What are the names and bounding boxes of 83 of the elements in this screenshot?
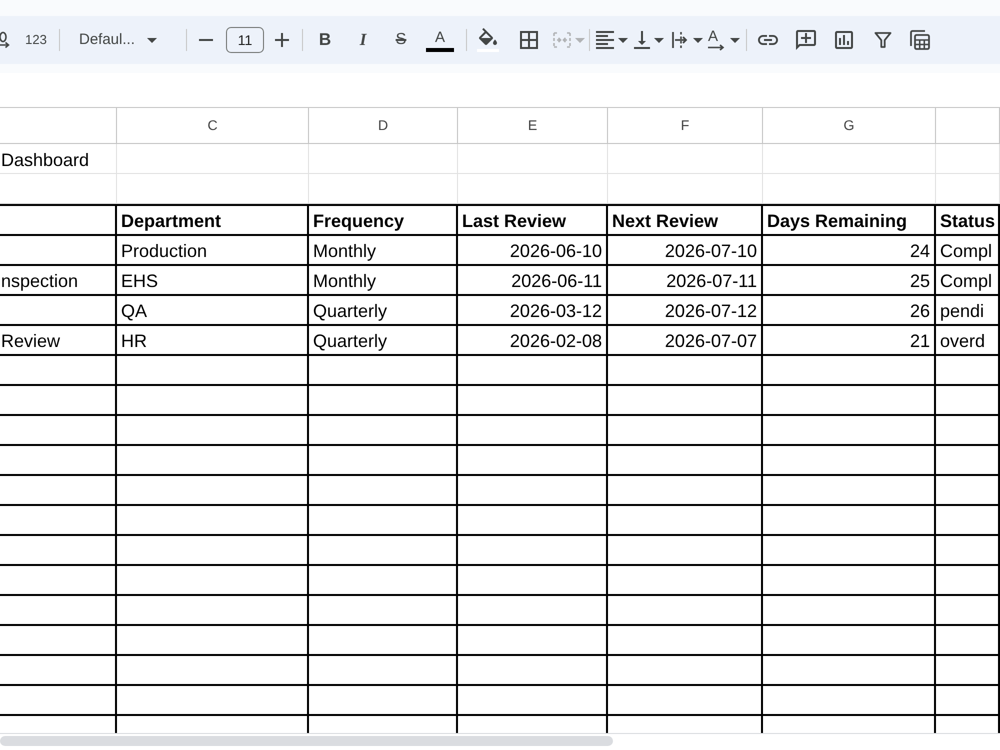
table-cell <box>936 624 1000 654</box>
table-cell: HR <box>117 324 309 354</box>
decimal-places-icon[interactable] <box>0 31 10 49</box>
link-icon <box>757 34 779 46</box>
font-dropdown[interactable]: Defaul... <box>70 26 178 54</box>
caret-icon <box>693 38 703 42</box>
table-cell: nspection <box>0 264 117 294</box>
column-header[interactable]: G <box>763 108 936 144</box>
table-cell: 24 <box>763 234 936 264</box>
borders-icon <box>520 31 538 49</box>
column-header[interactable]: E <box>458 108 608 144</box>
table-cell: Monthly <box>309 234 458 264</box>
text-overflow-icon <box>671 31 689 49</box>
table-cell: 2026-07-07 <box>608 324 763 354</box>
table-cell: 2026-02-08 <box>458 324 608 354</box>
caret-icon <box>575 38 585 42</box>
align-bottom-icon <box>634 31 650 49</box>
table-header-cell: Status <box>936 204 1000 234</box>
fill-color-button[interactable] <box>474 26 502 54</box>
table-cell: Production <box>117 234 309 264</box>
table-cell <box>936 474 1000 504</box>
table-cell: overd <box>936 324 1000 354</box>
text-rotation-button[interactable]: A <box>708 26 740 54</box>
color-bar-icon <box>426 48 454 52</box>
table-cell: 2026-07-12 <box>608 294 763 324</box>
chart-icon <box>835 31 853 49</box>
table-cell: 26 <box>763 294 936 324</box>
table-cell <box>936 444 1000 474</box>
paint-bucket-icon <box>477 28 499 52</box>
table-header-cell: Days Remaining <box>763 204 936 234</box>
table-cell <box>936 594 1000 624</box>
filter-icon <box>874 31 892 49</box>
right-arrow-icon <box>708 44 726 50</box>
italic-button[interactable]: I <box>349 26 377 54</box>
table-cell <box>936 504 1000 534</box>
table-cell: EHS <box>117 264 309 294</box>
table-cell: Dashboard <box>0 144 117 174</box>
add-comment-icon <box>796 30 816 50</box>
table-cell: 2026-06-11 <box>458 264 608 294</box>
table-cell: QA <box>117 294 309 324</box>
table-header-cell: Last Review <box>458 204 608 234</box>
table-cell <box>936 354 1000 384</box>
table-header-cell: Frequency <box>309 204 458 234</box>
column-header[interactable]: F <box>608 108 763 144</box>
table-cell: pendi <box>936 294 1000 324</box>
table-cell: 25 <box>763 264 936 294</box>
table-cell: Compl <box>936 264 1000 294</box>
table-cell: 2026-03-12 <box>458 294 608 324</box>
caret-icon <box>146 38 157 42</box>
table-cell: Quarterly <box>309 294 458 324</box>
column-header[interactable]: C <box>117 108 309 144</box>
caret-icon <box>730 38 740 42</box>
table-cell <box>936 684 1000 714</box>
bold-button[interactable]: B <box>311 26 339 54</box>
merge-icon <box>553 31 571 49</box>
table-cell: Compl <box>936 234 1000 264</box>
plus-icon <box>275 33 289 47</box>
table-cell: Monthly <box>309 264 458 294</box>
strikethrough-button[interactable]: S <box>387 26 415 54</box>
scrollbar-thumb[interactable] <box>0 736 613 746</box>
table-cell <box>936 174 1000 204</box>
table-cell: 2026-06-10 <box>458 234 608 264</box>
table-cell <box>936 654 1000 684</box>
table-header-cell: Department <box>117 204 309 234</box>
table-cell: 2026-07-11 <box>608 264 763 294</box>
table-cell <box>936 144 1000 174</box>
table-cell: Review <box>0 324 117 354</box>
table-cell <box>936 534 1000 564</box>
table-cell: Quarterly <box>309 324 458 354</box>
table-cell <box>936 564 1000 594</box>
text-color-button[interactable]: A <box>426 26 454 54</box>
font-size-field[interactable]: 11 <box>226 27 264 53</box>
column-header[interactable]: D <box>309 108 458 144</box>
align-left-icon <box>596 31 614 49</box>
calculator-icon <box>910 30 930 50</box>
table-cell <box>936 384 1000 414</box>
table-header-cell: Next Review <box>608 204 763 234</box>
table-cell: 2026-07-10 <box>608 234 763 264</box>
caret-icon <box>618 38 628 42</box>
table-cell <box>936 414 1000 444</box>
table-cell: 21 <box>763 324 936 354</box>
caret-icon <box>654 38 664 42</box>
number-format-button[interactable]: 123 <box>22 26 50 54</box>
